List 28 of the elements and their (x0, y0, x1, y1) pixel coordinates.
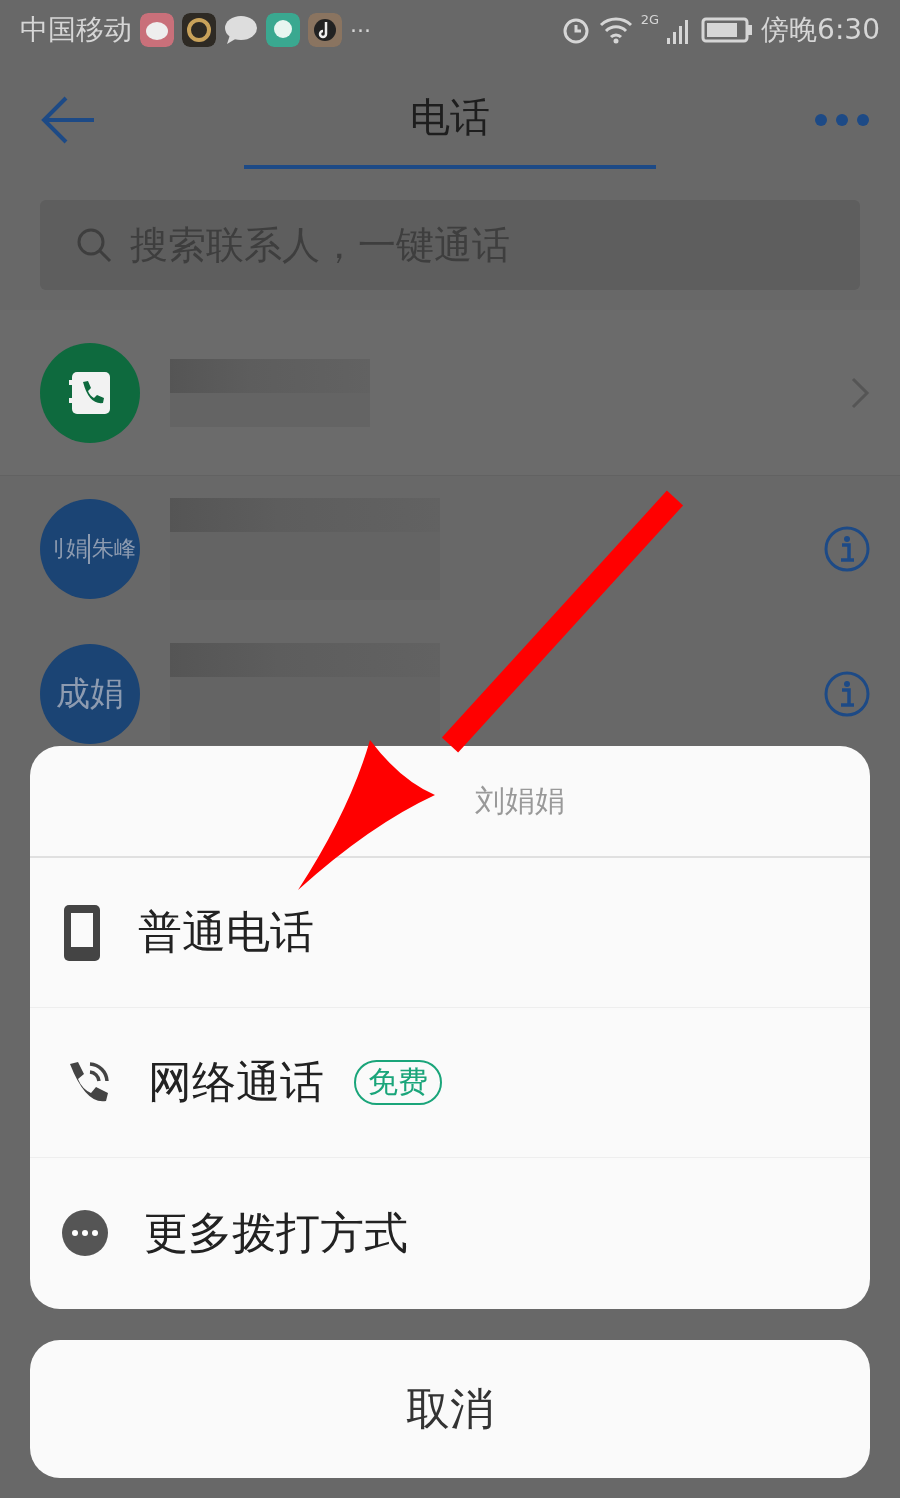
phone-book-icon (68, 369, 112, 416)
network-type: 2G (640, 12, 660, 27)
back-arrow-icon[interactable] (40, 96, 96, 144)
chat-bubble-icon (224, 15, 258, 45)
more-notifications: ··· (350, 17, 371, 43)
sheet-title: 刘娟娟 (475, 781, 565, 820)
free-badge: 免费 (354, 1060, 442, 1105)
wifi-icon (598, 16, 633, 44)
app-icon (308, 13, 342, 47)
avatar-initials: 成娟 (56, 671, 124, 715)
more-icon[interactable] (814, 113, 870, 127)
avatar-initials: 刂娟 (40, 533, 90, 564)
phone-icon (62, 902, 102, 963)
carrier-label: 中国移动 (20, 12, 132, 48)
avatar-initials: 朱峰 (91, 534, 137, 563)
app-icon (182, 13, 216, 47)
cancel-button[interactable]: 取消 (30, 1340, 870, 1478)
battery-icon (701, 17, 754, 43)
more-icon (62, 1210, 108, 1256)
call-option[interactable]: 更多拨打方式 (30, 1158, 870, 1308)
clock: 傍晚6:30 (761, 12, 880, 48)
app-icon (266, 13, 300, 47)
info-icon[interactable] (824, 670, 870, 717)
call-option[interactable]: 网络通话 免费 (30, 1008, 870, 1158)
app-icon (140, 13, 174, 47)
info-icon[interactable] (824, 525, 870, 572)
search-icon (76, 227, 112, 263)
call-option[interactable]: 普通电话 (30, 858, 870, 1008)
